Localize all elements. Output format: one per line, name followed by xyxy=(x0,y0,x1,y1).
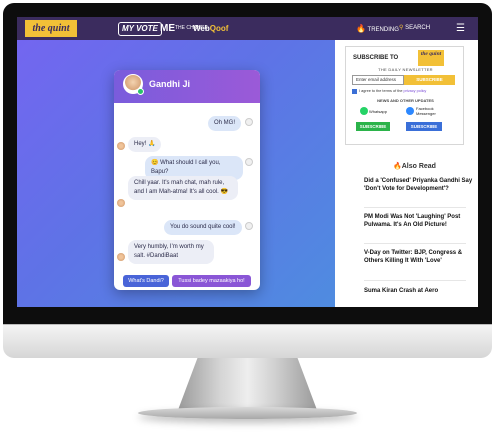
messenger-subscribe-button[interactable]: SUBSCRIBE xyxy=(406,122,442,131)
subscribe-title: SUBSCRIBE TO xyxy=(353,55,399,61)
user-avatar-icon xyxy=(245,118,253,126)
monitor-stand xyxy=(178,358,317,410)
webqoof-link[interactable]: WebQoof xyxy=(193,21,228,36)
screen: the quint MY VOTE METHE CHANGE WebQoof 🔥… xyxy=(17,17,478,307)
updates-heading: NEWS AND OTHER UPDATES xyxy=(377,98,434,103)
my-vote-link[interactable]: MY VOTE xyxy=(118,22,162,36)
chat-contact-name: Gandhi Ji xyxy=(149,79,191,89)
user-avatar-icon xyxy=(245,158,253,166)
trending-label: TRENDING xyxy=(367,27,399,33)
monitor-chin xyxy=(3,324,492,358)
terms-text: I agree to the terms of the xyxy=(359,89,404,93)
divider xyxy=(364,243,466,244)
site-logo[interactable]: the quint xyxy=(25,20,77,37)
search-label: SEARCH xyxy=(405,25,431,31)
chat-window: Gandhi Ji Oh MG! Hey! 🙏 😊 What should I … xyxy=(114,70,260,290)
flame-icon: 🔥 xyxy=(356,24,366,33)
newsletter-box: SUBSCRIBE TO the quint THE DAILY NEWSLET… xyxy=(345,46,464,145)
whats-dandi-button[interactable]: What's Dandi? xyxy=(123,275,169,287)
privacy-policy-link[interactable]: privacy policy xyxy=(404,89,427,93)
trending-link[interactable]: 🔥 TRENDING xyxy=(356,21,399,38)
also-read-story[interactable]: Suma Kiran Crash at Aero xyxy=(364,287,474,295)
chat-message-gandhi: Chill yaar. It's mah chat, mah rule, and… xyxy=(128,176,238,200)
also-read-story[interactable]: Did a 'Confused' Priyanka Gandhi Say 'Do… xyxy=(364,177,474,193)
sidebar: SUBSCRIBE TO the quint THE DAILY NEWSLET… xyxy=(335,40,478,307)
flame-icon: 🔥 xyxy=(393,163,402,170)
also-read-heading: 🔥Also Read xyxy=(393,162,436,170)
email-input[interactable]: Enter email address xyxy=(352,75,404,85)
chat-message-user: You do sound quite cool! xyxy=(164,220,242,235)
webqoof-label-a: Web xyxy=(193,24,210,33)
hamburger-menu-icon[interactable]: ☰ xyxy=(456,21,465,36)
messenger-icon xyxy=(406,107,414,115)
whatsapp-subscribe-button[interactable]: SUBSCRIBE xyxy=(356,122,390,131)
tussi-badey-button[interactable]: Tussi badey mazaakiya ho! xyxy=(172,275,251,287)
divider xyxy=(364,280,466,281)
me-label: ME xyxy=(160,23,175,34)
online-status-icon xyxy=(137,88,144,95)
gandhi-avatar-icon xyxy=(117,142,125,150)
search-icon: ⚲ xyxy=(399,25,404,31)
newsletter-subtitle: THE DAILY NEWSLETTER xyxy=(378,67,433,72)
chat-message-gandhi: Very humbly, I'm worth my salt. #DandiBa… xyxy=(128,240,214,264)
whatsapp-icon xyxy=(360,107,368,115)
top-nav: the quint MY VOTE METHE CHANGE WebQoof 🔥… xyxy=(17,17,478,40)
terms-label: I agree to the terms of the privacy poli… xyxy=(359,88,426,95)
also-read-story[interactable]: PM Modi Was Not 'Laughing' Post Pulwama.… xyxy=(364,213,474,229)
monitor-base xyxy=(138,407,357,419)
whatsapp-label: Whatsapp xyxy=(369,109,388,114)
also-read-label: Also Read xyxy=(401,163,436,170)
terms-checkbox[interactable] xyxy=(352,89,357,94)
chat-message-user: Oh MG! xyxy=(208,116,242,131)
gandhi-avatar-icon xyxy=(117,199,125,207)
newsletter-logo: the quint xyxy=(418,50,444,66)
messenger-label: Facebook Messenger xyxy=(416,106,436,116)
divider xyxy=(364,207,466,208)
chat-header: Gandhi Ji xyxy=(114,70,260,103)
search-link[interactable]: ⚲ SEARCH xyxy=(399,21,430,36)
also-read-story[interactable]: V-Day on Twitter: BJP, Congress & Others… xyxy=(364,249,474,265)
chat-hero: Gandhi Ji Oh MG! Hey! 🙏 😊 What should I … xyxy=(17,40,335,307)
chat-message-gandhi: Hey! 🙏 xyxy=(128,137,162,152)
user-avatar-icon xyxy=(245,222,253,230)
subscribe-button[interactable]: SUBSCRIBE xyxy=(404,75,455,85)
webqoof-label-b: Qoof xyxy=(209,24,229,33)
gandhi-avatar-icon xyxy=(117,253,125,261)
